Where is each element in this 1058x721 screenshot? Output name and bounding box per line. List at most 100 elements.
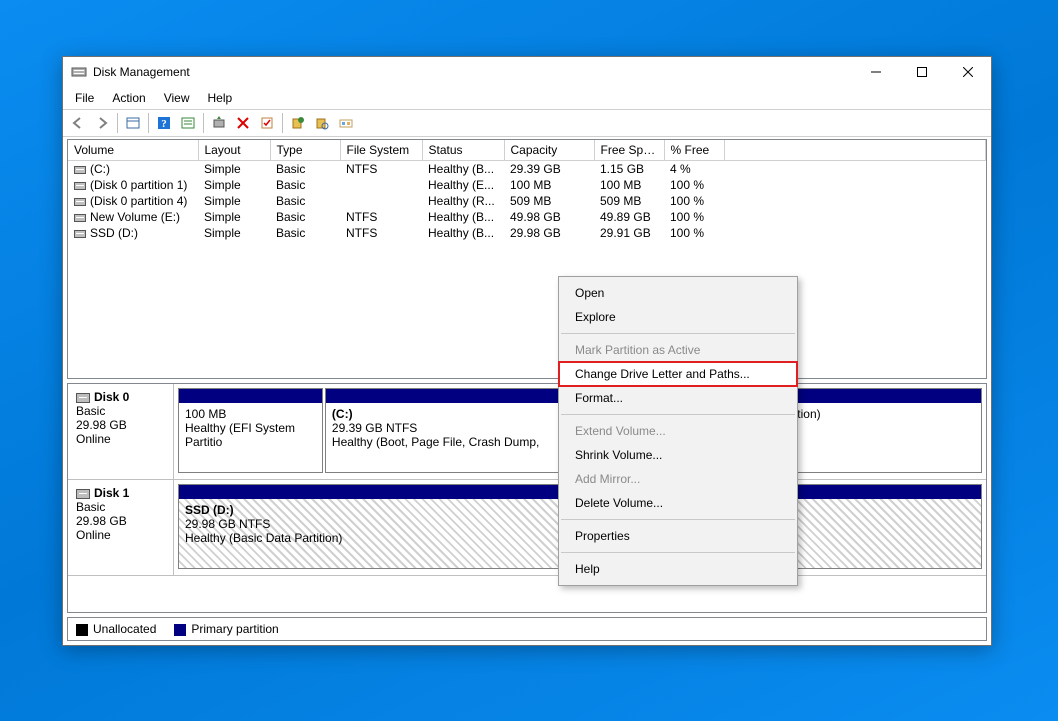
volume-pctfree: 100 % [664,193,724,209]
partition-header [179,389,322,403]
volume-status: Healthy (B... [422,209,504,225]
col-volume[interactable]: Volume [68,140,198,161]
col-filesystem[interactable]: File System [340,140,422,161]
ctx-add-mirror: Add Mirror... [559,467,797,491]
volume-pctfree: 100 % [664,225,724,241]
volume-row[interactable]: (C:)SimpleBasicNTFSHealthy (B...29.39 GB… [68,161,986,178]
partition[interactable]: 100 MB Healthy (EFI System Partitio [178,388,323,473]
refresh-button[interactable] [208,112,230,134]
volume-row[interactable]: SSD (D:)SimpleBasicNTFSHealthy (B...29.9… [68,225,986,241]
extra-button-2[interactable] [311,112,333,134]
disk-icon [76,393,90,403]
titlebar[interactable]: Disk Management [63,57,991,87]
ctx-change-drive-letter[interactable]: Change Drive Letter and Paths... [559,362,797,386]
volume-layout: Simple [198,225,270,241]
disk-type: Basic [76,500,165,514]
partition-status: Healthy (EFI System Partitio [185,421,316,449]
col-pctfree[interactable]: % Free [664,140,724,161]
menu-bar: File Action View Help [63,87,991,109]
volume-pctfree: 100 % [664,177,724,193]
disk-info[interactable]: Disk 0 Basic 29.98 GB Online [68,384,174,479]
volume-fs [340,177,422,193]
volume-status: Healthy (B... [422,225,504,241]
graphical-view[interactable]: Disk 0 Basic 29.98 GB Online 100 MB Heal… [67,383,987,613]
volume-type: Basic [270,209,340,225]
volume-row[interactable]: (Disk 0 partition 1)SimpleBasicHealthy (… [68,177,986,193]
volume-name: (C:) [90,162,110,176]
forward-button[interactable] [91,112,113,134]
close-button[interactable] [945,57,991,87]
svg-text:?: ? [161,118,167,130]
menu-file[interactable]: File [67,89,102,107]
ctx-extend-volume: Extend Volume... [559,419,797,443]
volume-list[interactable]: Volume Layout Type File System Status Ca… [67,139,987,379]
ctx-delete-volume[interactable]: Delete Volume... [559,491,797,515]
ctx-shrink-volume[interactable]: Shrink Volume... [559,443,797,467]
volume-fs: NTFS [340,209,422,225]
partition-size: 100 MB [185,407,316,421]
volume-type: Basic [270,225,340,241]
show-hide-tree-button[interactable] [122,112,144,134]
disk-label: Disk 0 [94,390,129,404]
volume-layout: Simple [198,209,270,225]
volume-layout: Simple [198,193,270,209]
extra-button-1[interactable] [287,112,309,134]
delete-button[interactable] [232,112,254,134]
ctx-explore[interactable]: Explore [559,305,797,329]
minimize-button[interactable] [853,57,899,87]
volume-status: Healthy (E... [422,177,504,193]
volume-layout: Simple [198,177,270,193]
volume-row[interactable]: (Disk 0 partition 4)SimpleBasicHealthy (… [68,193,986,209]
maximize-button[interactable] [899,57,945,87]
ctx-format[interactable]: Format... [559,386,797,410]
col-status[interactable]: Status [422,140,504,161]
volume-icon [74,230,86,238]
menu-view[interactable]: View [156,89,198,107]
column-headers[interactable]: Volume Layout Type File System Status Ca… [68,140,986,161]
ctx-open[interactable]: Open [559,281,797,305]
volume-type: Basic [270,161,340,178]
col-layout[interactable]: Layout [198,140,270,161]
menu-help[interactable]: Help [200,89,241,107]
disk-label: Disk 1 [94,486,129,500]
toolbar: ? [63,109,991,137]
legend: Unallocated Primary partition [67,617,987,641]
ctx-help[interactable]: Help [559,557,797,581]
volume-name: SSD (D:) [90,226,138,240]
menu-action[interactable]: Action [104,89,153,107]
context-menu: Open Explore Mark Partition as Active Ch… [558,276,798,586]
ctx-properties[interactable]: Properties [559,524,797,548]
volume-row[interactable]: New Volume (E:)SimpleBasicNTFSHealthy (B… [68,209,986,225]
col-freespace[interactable]: Free Spa... [594,140,664,161]
disk-size: 29.98 GB [76,418,165,432]
legend-swatch-primary [174,624,186,636]
volume-capacity: 29.98 GB [504,225,594,241]
volume-type: Basic [270,177,340,193]
partition[interactable]: Partition) [766,388,982,473]
col-capacity[interactable]: Capacity [504,140,594,161]
app-icon [71,64,87,80]
disk-row[interactable]: Disk 0 Basic 29.98 GB Online 100 MB Heal… [68,384,986,480]
legend-primary: Primary partition [191,622,278,636]
disk-status: Online [76,528,165,542]
volume-free: 509 MB [594,193,664,209]
help-button[interactable]: ? [153,112,175,134]
back-button[interactable] [67,112,89,134]
legend-unallocated: Unallocated [93,622,156,636]
volume-pctfree: 100 % [664,209,724,225]
disk-info[interactable]: Disk 1 Basic 29.98 GB Online [68,480,174,575]
disk-status: Online [76,432,165,446]
disk-row[interactable]: Disk 1 Basic 29.98 GB Online SSD (D:) 29… [68,480,986,576]
volume-free: 29.91 GB [594,225,664,241]
volume-capacity: 100 MB [504,177,594,193]
col-type[interactable]: Type [270,140,340,161]
volume-icon [74,182,86,190]
volume-fs [340,193,422,209]
volume-capacity: 49.98 GB [504,209,594,225]
volume-layout: Simple [198,161,270,178]
volume-icon [74,198,86,206]
properties-button[interactable] [256,112,278,134]
extra-button-3[interactable] [335,112,357,134]
settings-list-button[interactable] [177,112,199,134]
volume-type: Basic [270,193,340,209]
